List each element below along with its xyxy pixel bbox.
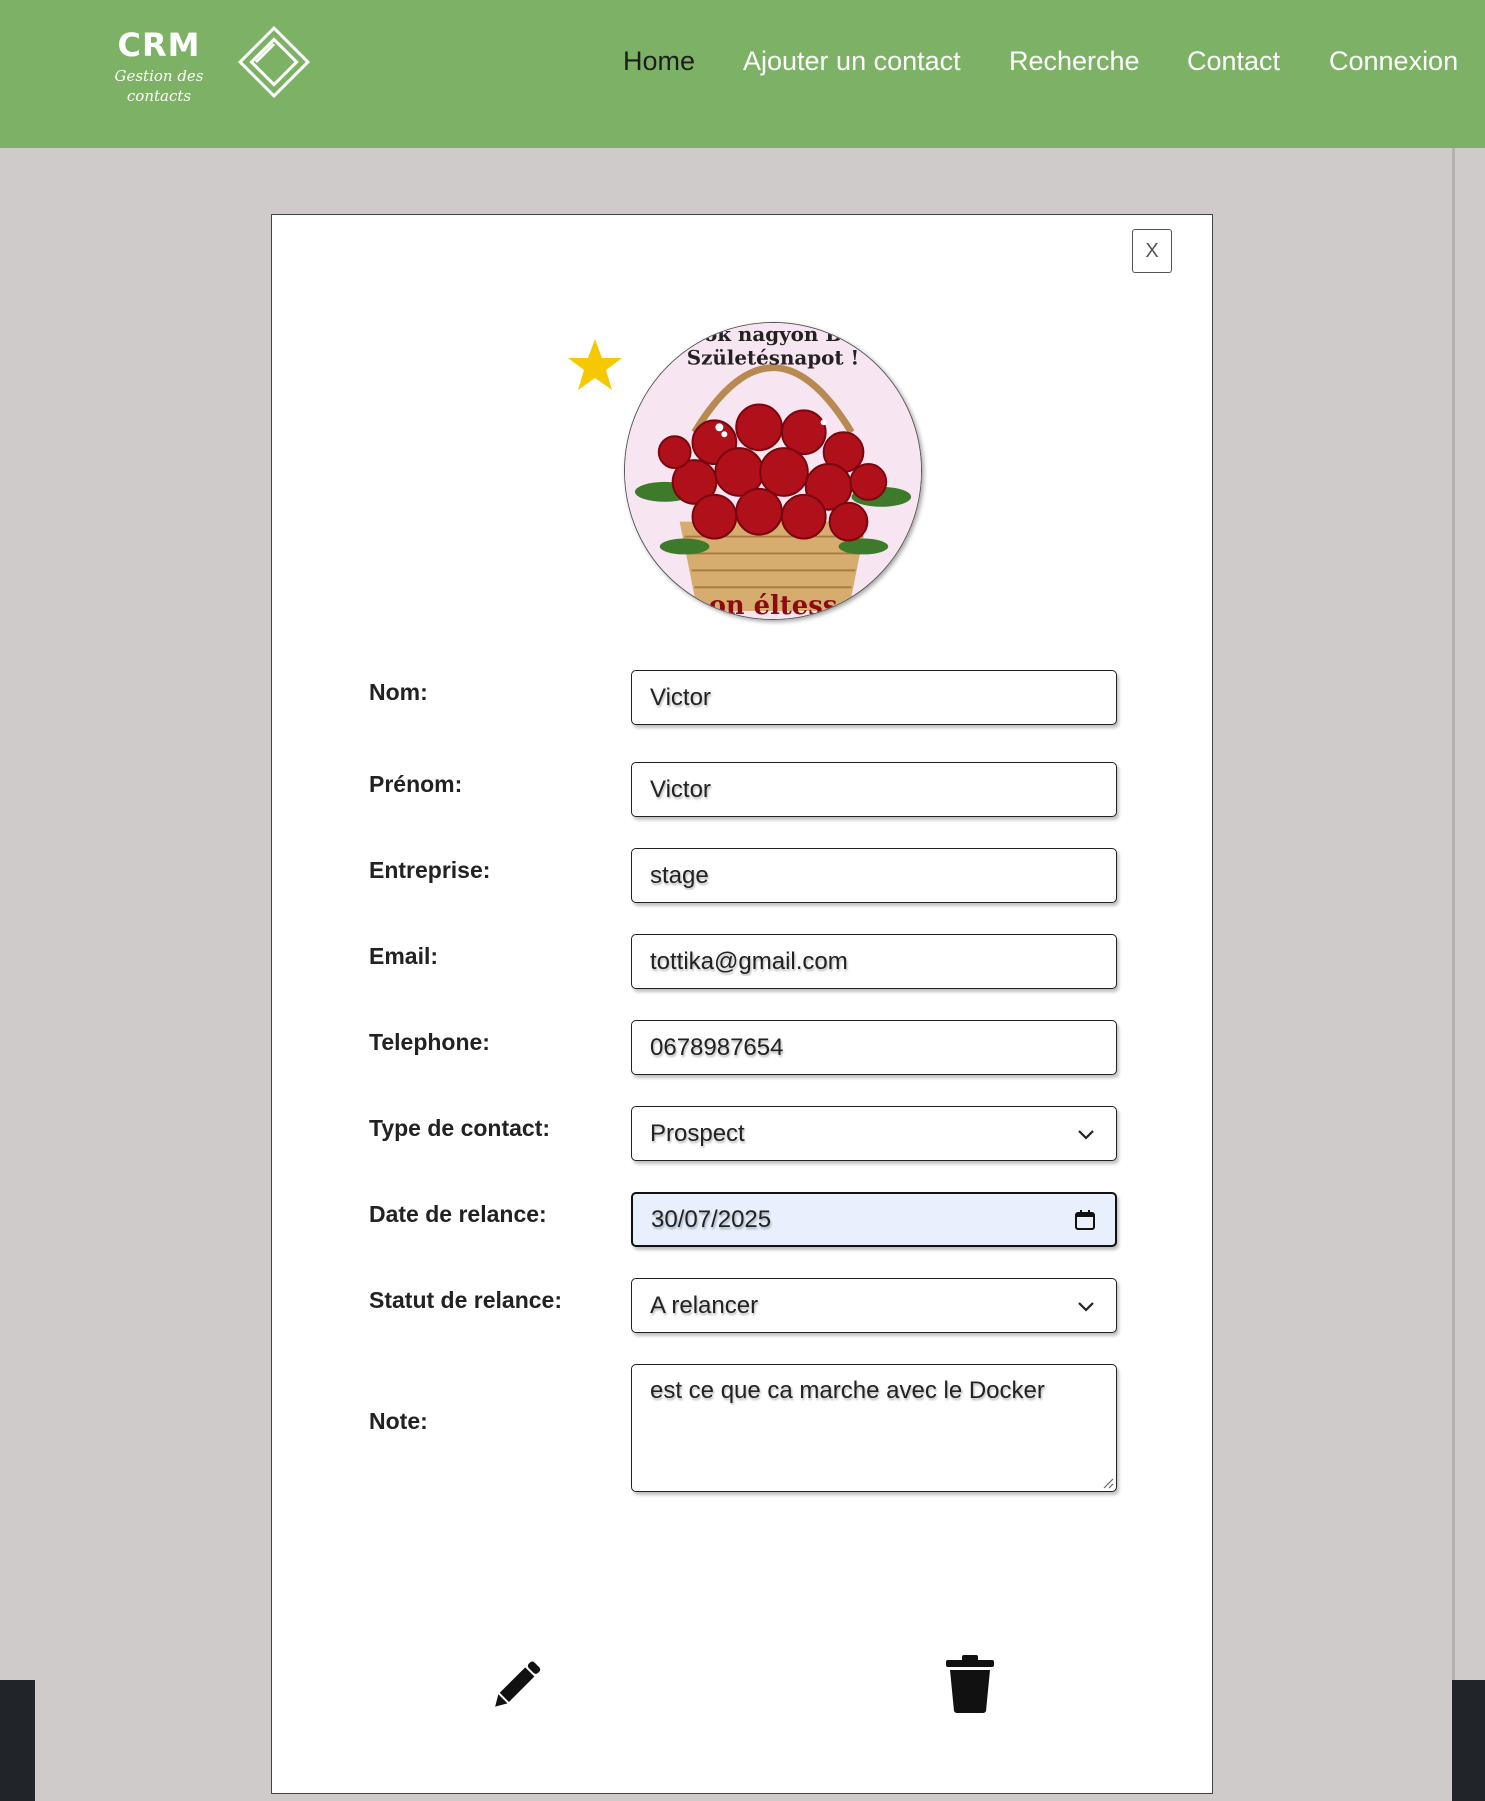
label-date-relance: Date de relance: [369,1201,547,1227]
date-relance-input[interactable]: 30/07/2025 [631,1192,1117,1247]
nav-links: Home Ajouter un contact Recherche Contac… [0,44,1485,84]
telephone-value: 0678987654 [650,1033,784,1061]
label-statut-relance: Statut de relance: [369,1287,562,1313]
contact-detail-modal: X ok nagyon B Születésnapot ! on éltess … [271,214,1213,1794]
nom-input[interactable]: Victor [631,670,1117,725]
nav-ajouter-contact[interactable]: Ajouter un contact [743,44,961,78]
entreprise-value: stage [650,861,709,889]
note-textarea[interactable]: est ce que ca marche avec le Docker [631,1364,1117,1492]
calendar-icon[interactable] [1073,1208,1097,1232]
entreprise-input[interactable]: stage [631,848,1117,903]
footer-left-block [0,1680,35,1801]
nom-value: Victor [650,683,711,711]
footer-right-block [1452,1680,1485,1801]
nav-connexion[interactable]: Connexion [1329,44,1458,78]
avatar-caption-bottom: on éltess [709,591,838,619]
statut-relance-select[interactable]: A relancer [631,1278,1117,1333]
avatar-image: ok nagyon B Születésnapot ! on éltess [625,323,921,619]
label-entreprise: Entreprise: [369,857,491,883]
label-email: Email: [369,943,439,969]
note-value: est ce que ca marche avec le Docker [650,1377,1045,1404]
trash-icon[interactable] [944,1654,996,1714]
label-note: Note: [369,1408,428,1434]
pencil-icon[interactable] [485,1654,547,1716]
chevron-down-icon [1078,1129,1094,1140]
label-telephone: Telephone: [369,1029,490,1055]
close-button[interactable]: X [1132,229,1172,273]
prenom-input[interactable]: Victor [631,762,1117,817]
avatar-caption-top-1: ok nagyon B [704,323,842,346]
statut-relance-value: A relancer [650,1291,759,1319]
star-icon[interactable] [566,337,624,393]
email-value: tottika@gmail.com [650,947,848,975]
prenom-value: Victor [650,775,711,803]
avatar-caption-top-2: Születésnapot ! [687,346,859,370]
label-type-contact: Type de contact: [369,1115,551,1141]
telephone-input[interactable]: 0678987654 [631,1020,1117,1075]
page-scroll-edge [1452,148,1455,1801]
navbar: CRM Gestion des contacts Home Ajouter un… [0,0,1485,148]
resize-handle-icon[interactable] [1102,1477,1114,1489]
chevron-down-icon [1078,1301,1094,1312]
label-nom: Nom: [369,679,428,705]
avatar: ok nagyon B Születésnapot ! on éltess [624,322,922,620]
date-relance-value: 30/07/2025 [651,1205,772,1233]
nav-contact[interactable]: Contact [1187,44,1280,78]
label-prenom: Prénom: [369,771,463,797]
type-contact-select[interactable]: Prospect [631,1106,1117,1161]
type-contact-value: Prospect [650,1119,745,1147]
nav-home[interactable]: Home [623,44,695,78]
nav-recherche[interactable]: Recherche [1009,44,1140,78]
email-input[interactable]: tottika@gmail.com [631,934,1117,989]
